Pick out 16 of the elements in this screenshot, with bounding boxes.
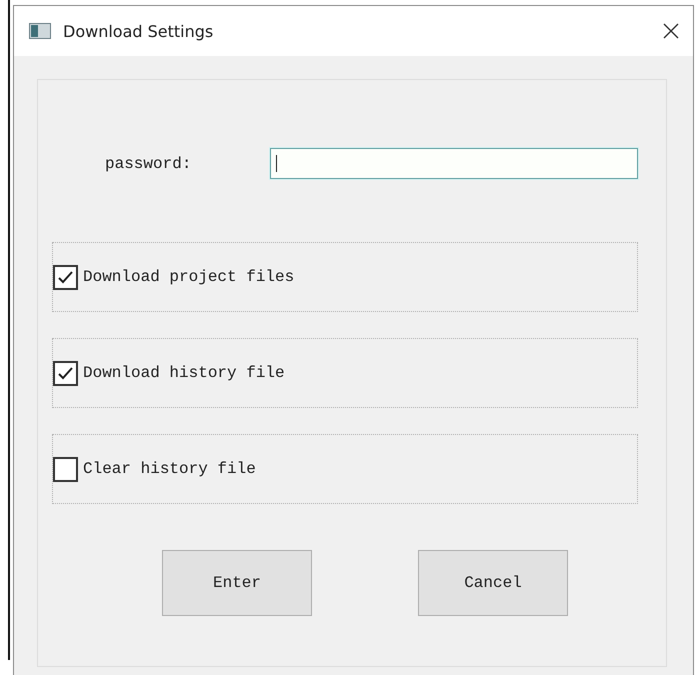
password-field[interactable] [270,148,638,179]
checkbox-label[interactable]: Download project files [83,268,294,286]
text-cursor-icon [276,155,277,172]
window-icon [29,23,51,39]
checkbox[interactable] [53,360,78,386]
window-title: Download Settings [63,22,214,40]
check-icon [58,366,73,380]
checkbox[interactable] [53,264,78,290]
close-icon[interactable] [663,23,679,39]
check-icon [58,270,73,284]
checkbox[interactable] [53,456,78,482]
password-label: password: [105,154,192,172]
cancel-button[interactable]: Cancel [418,550,568,616]
checkbox-label[interactable]: Clear history file [83,460,256,478]
checkbox-label[interactable]: Download history file [83,364,285,382]
enter-button[interactable]: Enter [162,550,312,616]
